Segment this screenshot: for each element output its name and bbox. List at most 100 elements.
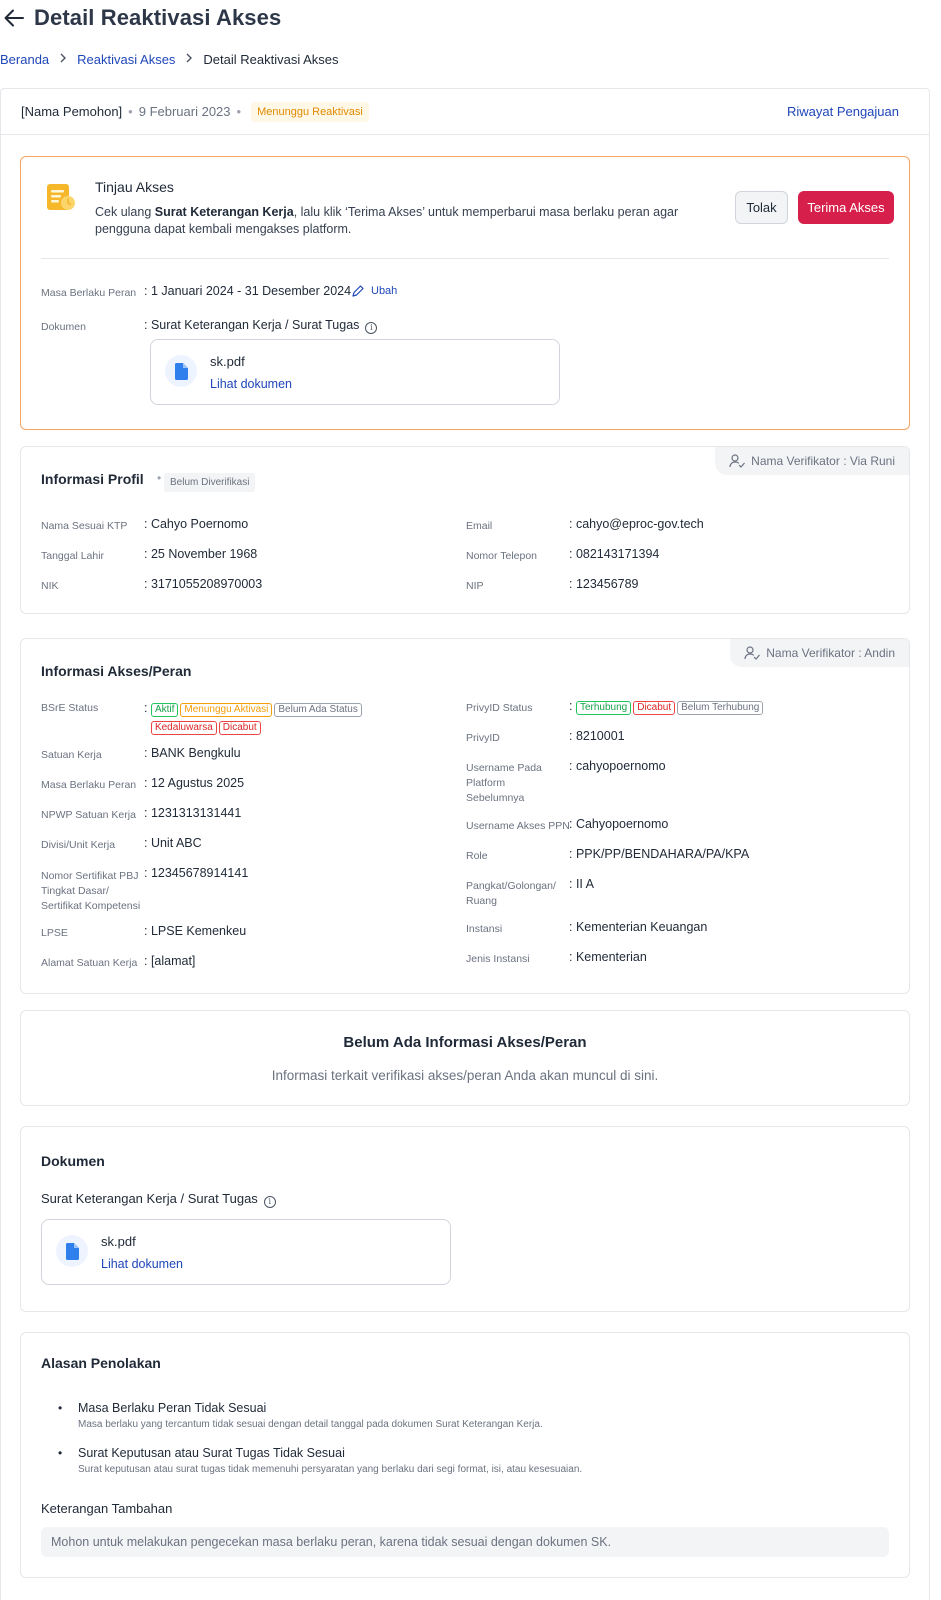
access-value: : Unit ABC [144,836,202,850]
access-label: Username Akses PPN [466,820,570,832]
breadcrumb: Beranda Reaktivasi Akses Detail Reaktiva… [0,50,339,68]
access-value: : [alamat] [144,954,196,968]
applicant-name: [Nama Pemohon] [21,104,123,119]
reason-title: Masa Berlaku Peran Tidak Sesuai [78,1401,267,1415]
bsre-status-label: BSrE Status [41,702,99,714]
access-label: Role [466,850,488,862]
access-value: : Kementerian Keuangan [569,920,708,934]
review-description: Cek ulang Surat Keterangan Kerja, lalu k… [95,205,679,236]
access-label: Satuan Kerja [41,749,102,761]
access-value: : Cahyopoernomo [569,817,669,831]
chip-active: Aktif [150,703,179,717]
review-access-card: Tinjau Akses Cek ulang Surat Keterangan … [20,156,910,430]
access-label: NPWP Satuan Kerja [41,809,136,821]
verifier-tag: Nama Verifikator : Andin [730,639,909,667]
profile-value: : 082143171394 [569,547,660,561]
file-card: sk.pdf Lihat dokumen [41,1219,451,1285]
view-document-link[interactable]: Lihat dokumen [210,377,292,391]
edit-label: Ubah [371,285,398,297]
verifier-name: Nama Verifikator : Andin [766,646,895,660]
chip-not-connected: Belum Terhubung [677,701,764,715]
page-header: Detail Reaktivasi Akses [0,0,941,36]
access-value: : 12345678914141 [144,866,249,880]
back-arrow-icon[interactable] [2,6,26,30]
chevron-right-icon [59,52,67,66]
access-label: Username Pada Platform Sebelumnya [466,762,542,804]
period-label: Masa Berlaku Peran [41,287,137,299]
file-card: sk.pdf Lihat dokumen [150,339,560,405]
empty-description: Informasi terkait verifikasi akses/peran… [271,1068,659,1083]
profile-value: : 25 November 1968 [144,547,258,561]
chevron-right-icon [185,52,193,66]
submission-date: 9 Februari 2023 [138,104,231,119]
user-check-icon [729,454,746,468]
separator-dot: • [236,104,242,119]
access-value: : 1231313131441 [144,806,242,820]
verifier-name: Nama Verifikator : Via Runi [751,454,895,468]
empty-access-card: Belum Ada Informasi Akses/Peran Informas… [20,1010,910,1106]
edit-period-button[interactable]: Ubah [351,284,397,298]
status-badge: Menunggu Reaktivasi [251,101,369,122]
chip-revoked: Dicabut [633,701,676,715]
rejection-title: Alasan Penolakan [41,1355,161,1371]
divider [41,258,889,259]
profile-label: Tanggal Lahir [41,550,105,562]
breadcrumb-home[interactable]: Beranda [0,52,49,67]
info-icon[interactable]: i [365,322,378,334]
history-link[interactable]: Riwayat Pengajuan [787,104,899,119]
access-value: : LPSE Kemenkeu [144,924,247,938]
reason-title: Surat Keputusan atau Surat Tugas Tidak S… [78,1446,345,1460]
breadcrumb-current: Detail Reaktivasi Akses [203,51,339,67]
reason-description: Surat keputusan atau surat tugas tidak m… [78,1464,583,1475]
info-icon[interactable]: i [263,1196,276,1208]
file-name: sk.pdf [101,1234,136,1249]
chip-no-status: Belum Ada Status [274,703,362,717]
access-label: Alamat Satuan Kerja [41,957,138,969]
chip-expired: Kedaluwarsa [150,721,217,735]
pencil-icon [352,285,364,297]
unverified-badge: Belum Diverifikasi [164,473,256,492]
profile-label: Email [466,520,493,532]
access-info-card: Nama Verifikator : Andin Informasi Akses… [20,638,910,994]
access-value: : II A [569,877,595,891]
separator-dot: • [157,471,162,485]
accept-access-button[interactable]: Terima Akses [798,191,894,224]
access-value: : 8210001 [569,729,625,743]
profile-value: : 3171055208970003 [144,577,263,591]
panel-topbar: [Nama Pemohon] • 9 Februari 2023 • Menun… [1,89,929,135]
profile-value: : cahyo@eproc-gov.tech [569,517,704,531]
access-label: PrivyID [466,732,500,744]
rejection-reason-card: Alasan Penolakan • Masa Berlaku Peran Ti… [20,1332,910,1578]
profile-label: Nama Sesuai KTP [41,520,128,532]
access-label: LPSE [41,927,68,939]
breadcrumb-parent[interactable]: Reaktivasi Akses [77,52,175,67]
access-value: : BANK Bengkulu [144,746,241,760]
file-name: sk.pdf [210,354,245,369]
access-label: Pangkat/Golongan/ Ruang [466,880,556,907]
access-value: : PPK/PP/BENDAHARA/PA/KPA [569,847,750,861]
note-field: Mohon untuk melakukan pengecekan masa be… [41,1527,889,1557]
document-value: : Surat Keterangan Kerja / Surat Tugas i [144,318,378,334]
privy-status-chips: : Terhubung Dicabut Belum Terhubung [569,699,765,715]
profile-section-title: Informasi Profil [41,471,144,487]
page-title: Detail Reaktivasi Akses [34,5,282,30]
access-label: Jenis Instansi [466,953,530,965]
reject-button[interactable]: Tolak [735,191,788,224]
access-value: : 12 Agustus 2025 [144,776,245,790]
documents-title: Dokumen [41,1153,105,1169]
document-label: Dokumen [41,321,86,333]
bullet: • [58,1401,63,1415]
bsre-status-chips: : Aktif Menunggu Aktivasi Belum Ada Status… [144,699,404,735]
access-label: Instansi [466,923,503,935]
period-value: : 1 Januari 2024 - 31 Desember 2024 [144,284,352,298]
review-title: Tinjau Akses [95,179,174,195]
access-label: Divisi/Unit Kerja [41,839,116,851]
bullet: • [58,1446,63,1460]
profile-info-card: Nama Verifikator : Via Runi Informasi Pr… [20,446,910,614]
profile-label: NIP [466,580,484,592]
note-label: Keterangan Tambahan [41,1501,173,1516]
access-value: : cahyopoernomo [569,759,666,773]
document-type: Surat Keterangan Kerja / Surat Tugas i [41,1191,276,1208]
view-document-link[interactable]: Lihat dokumen [101,1257,183,1271]
profile-label: Nomor Telepon [466,550,538,562]
